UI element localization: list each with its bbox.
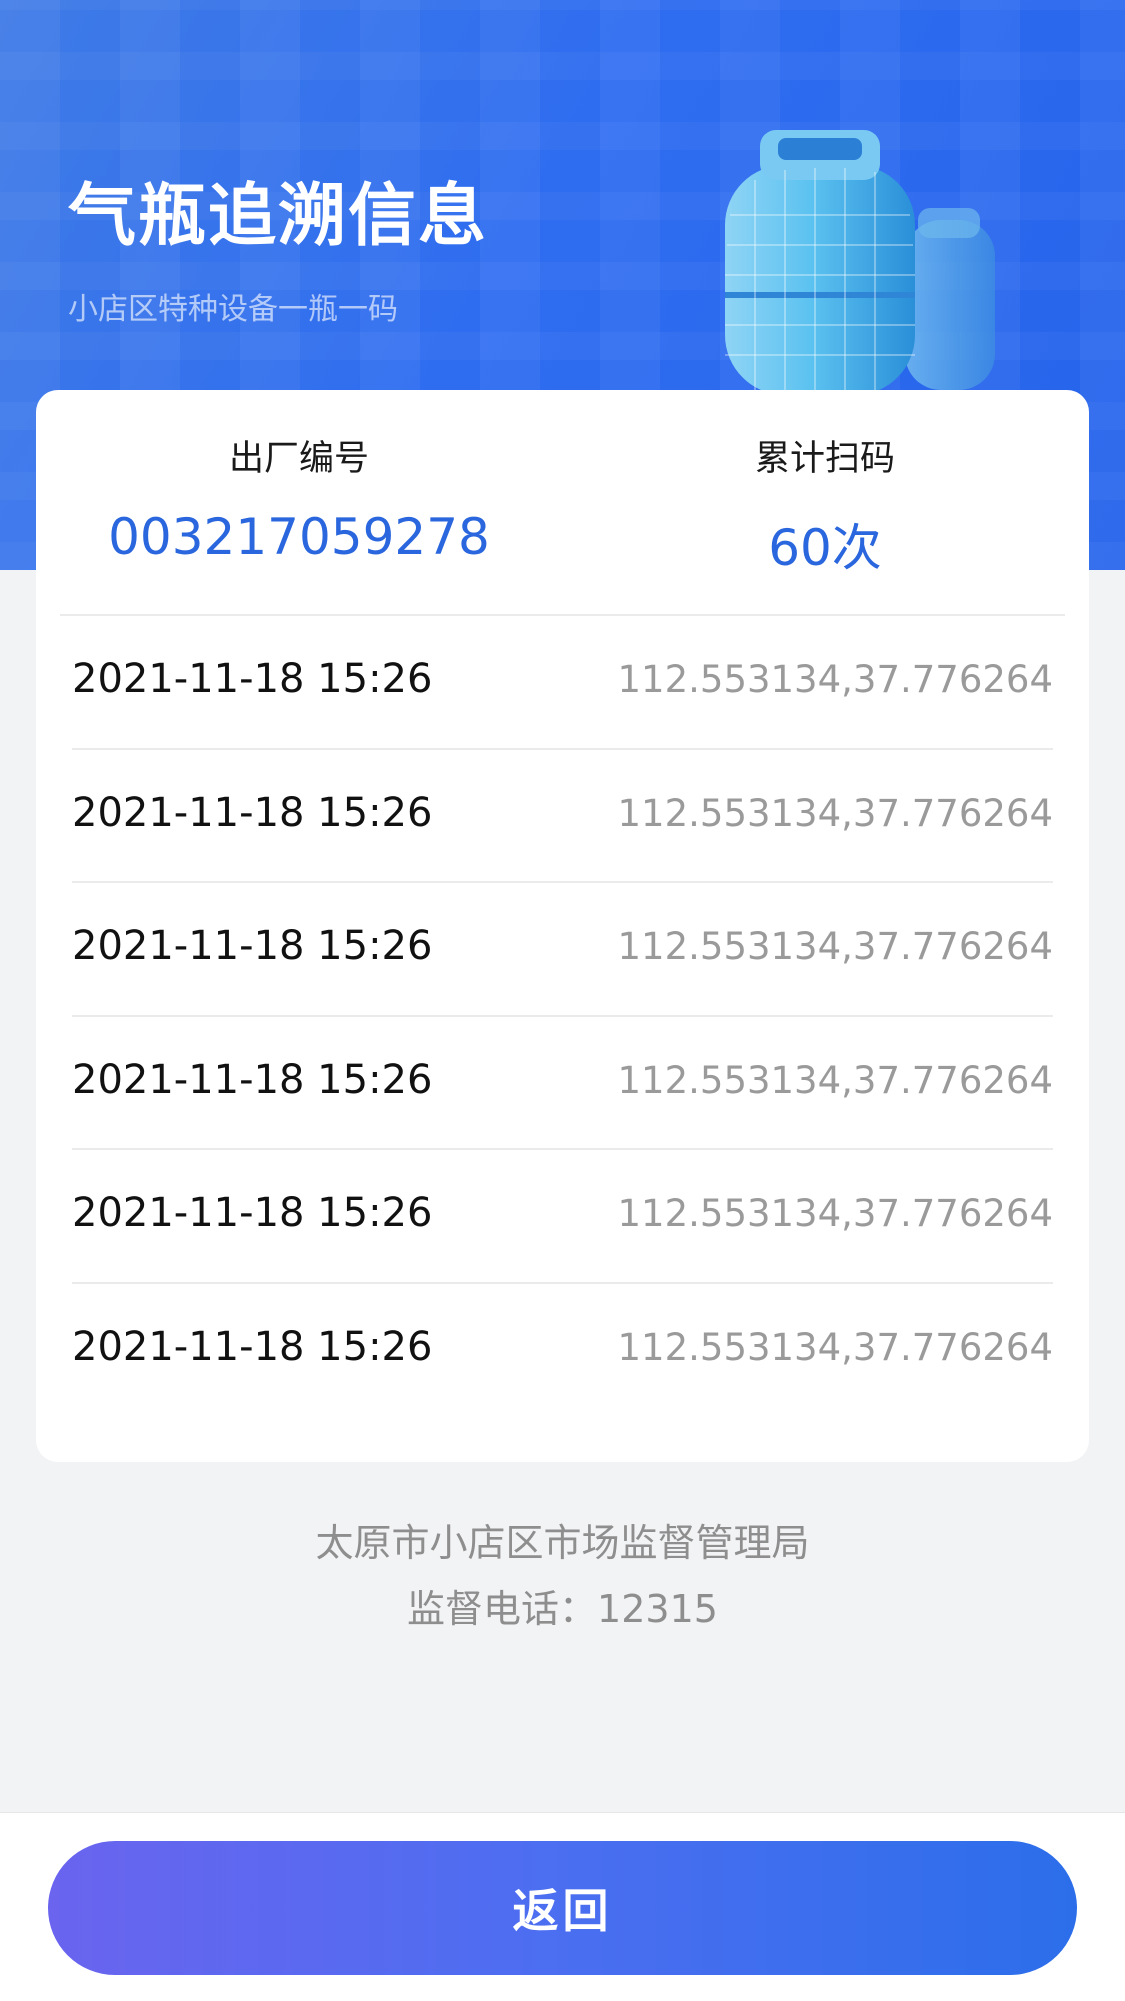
record-location: 112.553134,37.776264: [617, 791, 1053, 835]
record-location: 112.553134,37.776264: [617, 1192, 1053, 1235]
scan-count-label: 累计扫码: [754, 439, 895, 479]
scan-count-value: 60次: [768, 519, 882, 577]
serial-number-block: 出厂编号 003217059278: [36, 390, 562, 615]
record-location: 112.553134,37.776264: [617, 658, 1053, 701]
list-item: 2021-11-18 15:26 112.553134,37.776264: [72, 750, 1053, 883]
serial-number-label: 出厂编号: [228, 439, 369, 479]
footer-phone: 监督电话：12315: [407, 1587, 718, 1631]
back-button[interactable]: 返回: [48, 1841, 1077, 1975]
list-item: 2021-11-18 15:26 112.553134,37.776264: [72, 616, 1053, 750]
record-location: 112.553134,37.776264: [617, 1058, 1053, 1102]
footer-organization: 太原市小店区市场监督管理局: [315, 1521, 810, 1565]
record-location: 112.553134,37.776264: [617, 1325, 1053, 1369]
record-time: 2021-11-18 15:26: [72, 1323, 433, 1370]
record-time: 2021-11-18 15:26: [72, 923, 433, 969]
trace-card: 出厂编号 003217059278 累计扫码 60次 2021-11-18 15…: [36, 390, 1089, 1462]
record-time: 2021-11-18 15:26: [72, 656, 433, 702]
page-subtitle: 小店区特种设备一瓶一码: [68, 292, 398, 327]
gas-cylinder-illustration: [725, 130, 995, 390]
record-location: 112.553134,37.776264: [617, 925, 1053, 968]
record-time: 2021-11-18 15:26: [72, 789, 433, 836]
scan-record-list: 2021-11-18 15:26 112.553134,37.776264 20…: [72, 616, 1053, 1417]
list-item: 2021-11-18 15:26 112.553134,37.776264: [72, 883, 1053, 1017]
scan-count-block: 累计扫码 60次: [562, 390, 1088, 615]
page-title: 气瓶追溯信息: [68, 177, 489, 256]
record-time: 2021-11-18 15:26: [72, 1190, 433, 1236]
list-item: 2021-11-18 15:26 112.553134,37.776264: [72, 1284, 1053, 1418]
page: 气瓶追溯信息 小店区特种设备一瓶一码 出厂编号 003217059278 累计扫…: [0, 0, 1125, 2001]
list-item: 2021-11-18 15:26 112.553134,37.776264: [72, 1150, 1053, 1284]
record-time: 2021-11-18 15:26: [72, 1056, 433, 1103]
list-item: 2021-11-18 15:26 112.553134,37.776264: [72, 1017, 1053, 1150]
serial-number-value: 003217059278: [108, 508, 490, 566]
bottom-action-bar: 返回: [0, 1812, 1125, 2001]
